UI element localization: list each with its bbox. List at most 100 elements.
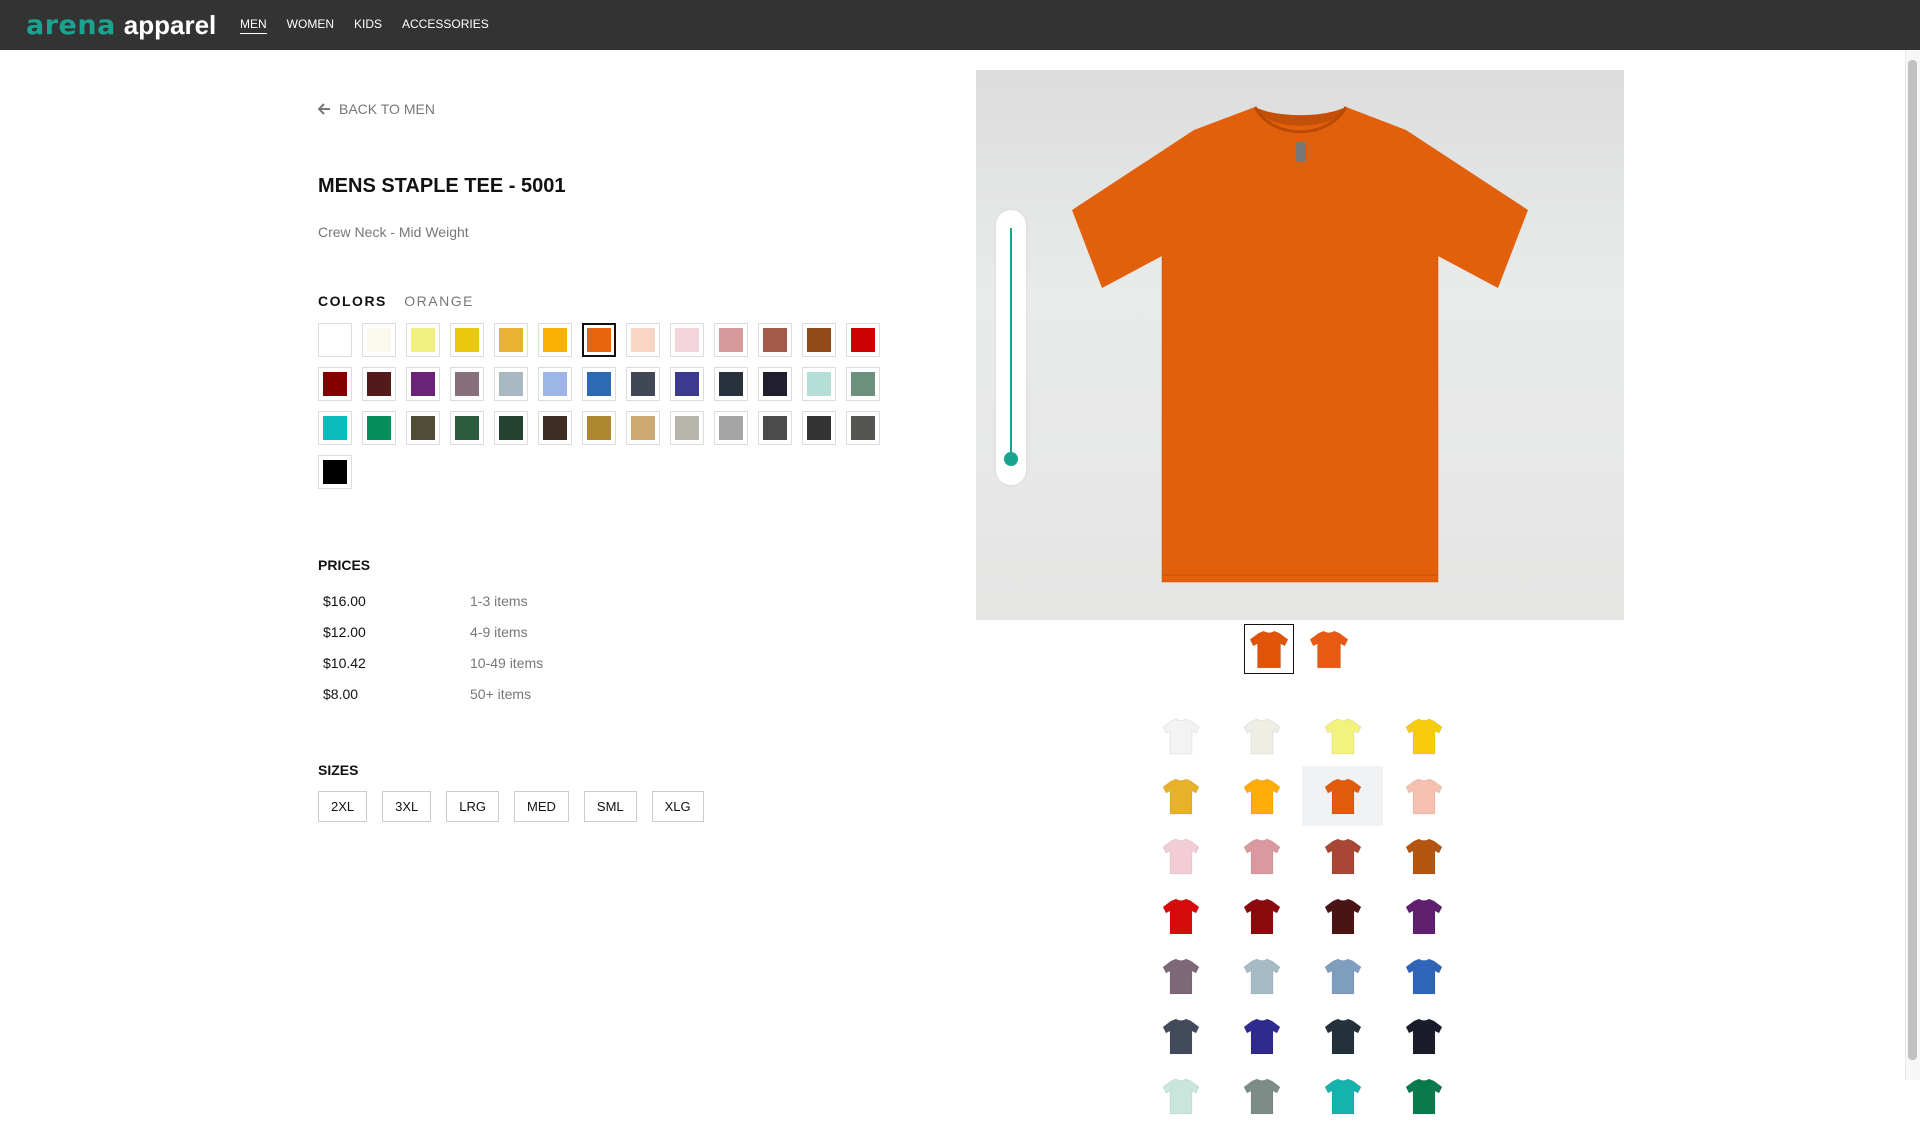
zoom-slider[interactable]	[996, 210, 1026, 485]
zoom-slider-handle[interactable]	[1004, 452, 1018, 466]
color-swatch[interactable]	[538, 323, 572, 357]
color-swatch[interactable]	[538, 411, 572, 445]
color-variant-item[interactable]	[1140, 706, 1221, 766]
back-to-men-link[interactable]: BACK TO MEN	[318, 101, 435, 117]
color-variant-item[interactable]	[1221, 826, 1302, 886]
color-swatch[interactable]	[714, 411, 748, 445]
color-swatch-fill	[763, 416, 787, 440]
tshirt-variant-icon	[1324, 718, 1361, 755]
tshirt-thumbnail-icon	[1309, 630, 1349, 669]
nav-item-men[interactable]: MEN	[240, 17, 267, 34]
page-scrollbar-thumb[interactable]	[1908, 60, 1917, 1060]
color-swatch[interactable]	[450, 411, 484, 445]
color-variant-item[interactable]	[1383, 826, 1464, 886]
size-button-xlg[interactable]: XLG	[651, 791, 704, 822]
color-swatch[interactable]	[494, 323, 528, 357]
color-swatch[interactable]	[846, 411, 880, 445]
color-swatch[interactable]	[846, 323, 880, 357]
color-variant-item[interactable]	[1221, 1066, 1302, 1126]
product-main-image[interactable]	[976, 70, 1624, 620]
color-swatch[interactable]	[802, 411, 836, 445]
tshirt-variant-icon	[1162, 1018, 1199, 1055]
color-variant-item[interactable]	[1140, 826, 1221, 886]
color-variant-item[interactable]	[1221, 946, 1302, 1006]
size-button-3xl[interactable]: 3XL	[382, 791, 432, 822]
prices-heading: PRICES	[318, 557, 371, 573]
nav-item-accessories[interactable]: ACCESSORIES	[402, 17, 489, 33]
color-swatch[interactable]	[582, 367, 616, 401]
color-swatch[interactable]	[626, 411, 660, 445]
color-swatch[interactable]	[582, 323, 616, 357]
color-swatch[interactable]	[318, 367, 352, 401]
color-variant-item[interactable]	[1140, 946, 1221, 1006]
color-variant-item[interactable]	[1302, 1066, 1383, 1126]
color-swatch[interactable]	[758, 367, 792, 401]
color-swatch-fill	[367, 416, 391, 440]
color-swatch[interactable]	[318, 411, 352, 445]
color-swatch[interactable]	[494, 411, 528, 445]
color-variant-item[interactable]	[1140, 766, 1221, 826]
color-variant-item[interactable]	[1383, 946, 1464, 1006]
color-swatch[interactable]	[758, 411, 792, 445]
colors-label: COLORS	[318, 293, 387, 309]
color-swatch[interactable]	[362, 323, 396, 357]
color-swatch-fill	[323, 460, 347, 484]
color-swatch[interactable]	[318, 323, 352, 357]
nav-item-kids[interactable]: KIDS	[354, 17, 382, 33]
image-thumbnail[interactable]	[1304, 624, 1354, 674]
color-swatch[interactable]	[362, 411, 396, 445]
color-swatch[interactable]	[758, 323, 792, 357]
color-variant-item[interactable]	[1140, 1006, 1221, 1066]
color-swatch[interactable]	[450, 367, 484, 401]
zoom-slider-track	[1010, 228, 1012, 458]
color-variant-item[interactable]	[1302, 946, 1383, 1006]
size-button-lrg[interactable]: LRG	[446, 791, 500, 822]
color-swatch[interactable]	[582, 411, 616, 445]
color-variant-item[interactable]	[1140, 1066, 1221, 1126]
color-variant-item[interactable]	[1221, 766, 1302, 826]
brand-logo[interactable]: arena apparel	[26, 10, 216, 41]
color-swatch[interactable]	[406, 323, 440, 357]
color-swatch[interactable]	[450, 323, 484, 357]
color-variant-item[interactable]	[1302, 766, 1383, 826]
color-variant-item[interactable]	[1302, 706, 1383, 766]
color-swatch[interactable]	[494, 367, 528, 401]
color-swatch-fill	[323, 328, 347, 352]
price-value: $16.00	[323, 593, 366, 609]
size-button-2xl[interactable]: 2XL	[318, 791, 368, 822]
color-swatch[interactable]	[406, 367, 440, 401]
color-swatch[interactable]	[670, 323, 704, 357]
tshirt-image	[1072, 106, 1528, 583]
color-variant-item[interactable]	[1383, 766, 1464, 826]
color-swatch[interactable]	[714, 323, 748, 357]
color-swatch[interactable]	[802, 323, 836, 357]
color-variant-item[interactable]	[1221, 1006, 1302, 1066]
color-variant-item[interactable]	[1383, 1006, 1464, 1066]
color-swatch[interactable]	[626, 367, 660, 401]
color-swatch[interactable]	[318, 455, 352, 489]
color-swatch[interactable]	[714, 367, 748, 401]
color-variant-item[interactable]	[1383, 1066, 1464, 1126]
color-swatch[interactable]	[670, 367, 704, 401]
color-variant-item[interactable]	[1140, 886, 1221, 946]
color-variant-item[interactable]	[1302, 1006, 1383, 1066]
color-variant-item[interactable]	[1221, 706, 1302, 766]
color-swatch[interactable]	[846, 367, 880, 401]
color-swatch[interactable]	[626, 323, 660, 357]
color-variant-item[interactable]	[1302, 886, 1383, 946]
color-swatch[interactable]	[362, 367, 396, 401]
color-swatch[interactable]	[802, 367, 836, 401]
tshirt-variant-icon	[1324, 778, 1361, 815]
size-button-sml[interactable]: SML	[583, 791, 637, 822]
color-swatch[interactable]	[670, 411, 704, 445]
color-swatch[interactable]	[406, 411, 440, 445]
tshirt-variant-icon	[1405, 1078, 1442, 1115]
image-thumbnail[interactable]	[1244, 624, 1294, 674]
color-variant-item[interactable]	[1221, 886, 1302, 946]
size-button-med[interactable]: MED	[514, 791, 569, 822]
color-variant-item[interactable]	[1383, 886, 1464, 946]
color-variant-item[interactable]	[1302, 826, 1383, 886]
nav-item-women[interactable]: WOMEN	[287, 17, 334, 33]
color-variant-item[interactable]	[1383, 706, 1464, 766]
color-swatch[interactable]	[538, 367, 572, 401]
